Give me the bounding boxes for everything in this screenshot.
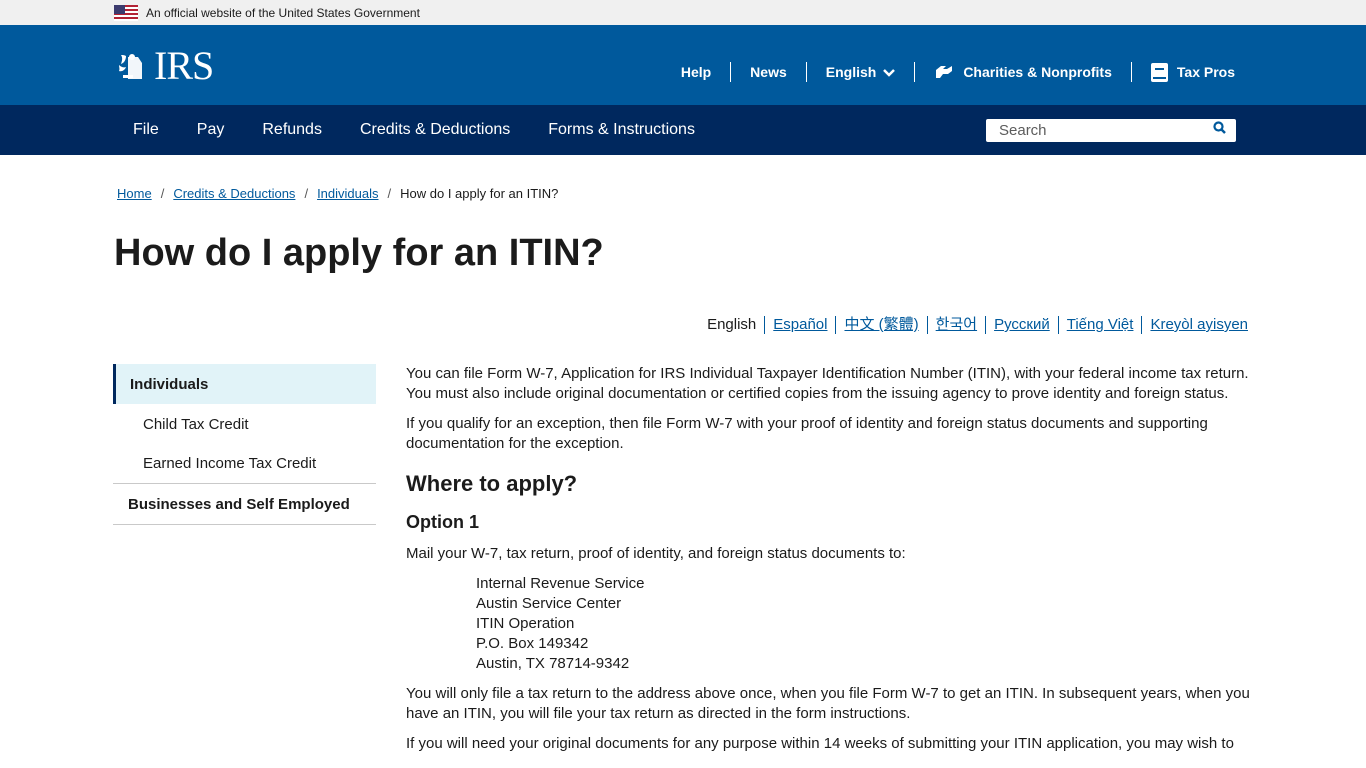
mailing-address: Internal Revenue Service Austin Service … [406,574,1256,674]
nav-refunds[interactable]: Refunds [243,105,341,155]
language-link-haitian-creole[interactable]: Kreyòl ayisyen [1142,316,1248,334]
irs-logo[interactable]: IRS [114,42,214,89]
page-title: How do I apply for an ITIN? [114,232,604,274]
sidebar-item-earned-income-tax-credit[interactable]: Earned Income Tax Credit [113,444,376,484]
sidebar-item-businesses[interactable]: Businesses and Self Employed [113,484,376,525]
main-nav: File Pay Refunds Credits & Deductions Fo… [0,105,1366,155]
option-1-heading: Option 1 [406,512,479,532]
mail-instructions: Mail your W-7, tax return, proof of iden… [406,545,906,562]
main-content: You can file Form W-7, Application for I… [406,364,1256,764]
help-label: Help [680,64,712,80]
gov-banner-text: An official website of the United States… [146,5,420,20]
language-link-spanish[interactable]: Español [765,316,837,334]
intro-paragraph: You can file Form W-7, Application for I… [406,365,1249,402]
exception-paragraph: If you qualify for an exception, then fi… [406,415,1208,452]
us-flag-icon [114,4,138,21]
breadcrumb-credits-deductions[interactable]: Credits & Deductions [173,186,295,201]
breadcrumb-current: How do I apply for an ITIN? [400,186,559,201]
language-label: English [825,64,877,80]
tax-pros-label: Tax Pros [1176,64,1235,80]
breadcrumb-separator: / [304,186,309,201]
language-current: English [699,316,766,334]
subsequent-years-paragraph: You will only file a tax return to the a… [406,685,1250,722]
language-link-chinese[interactable]: 中文 (繁體) [836,316,928,334]
utility-nav: Help News English Charities & Nonprofits… [662,62,1235,82]
tax-pros-link[interactable]: Tax Pros [1132,62,1235,82]
address-line: Internal Revenue Service [476,575,645,592]
help-link[interactable]: Help [662,62,732,82]
nav-file[interactable]: File [114,105,178,155]
charities-link[interactable]: Charities & Nonprofits [915,62,1132,82]
handshake-icon [934,64,954,80]
language-link-korean[interactable]: 한국어 [928,316,987,334]
address-line: P.O. Box 149342 [476,635,589,652]
address-line: Austin, TX 78714-9342 [476,655,630,672]
irs-eagle-icon [114,47,152,83]
sidebar-item-child-tax-credit[interactable]: Child Tax Credit [113,404,376,444]
logo-text: IRS [154,42,214,88]
charities-label: Charities & Nonprofits [963,64,1112,80]
search-box [986,118,1236,142]
address-line: Austin Service Center [476,595,622,612]
where-to-apply-heading: Where to apply? [406,471,578,496]
breadcrumb-separator: / [387,186,392,201]
book-icon [1150,62,1168,82]
sidebar-nav: Individuals Child Tax Credit Earned Inco… [113,364,376,525]
language-switcher: English Español 中文 (繁體) 한국어 Русский Tiến… [699,316,1248,334]
nav-credits-deductions[interactable]: Credits & Deductions [341,105,529,155]
news-link[interactable]: News [731,62,807,82]
nav-pay[interactable]: Pay [178,105,244,155]
chevron-down-icon [883,68,896,77]
site-header: IRS Help News English Charities & Nonpro… [0,25,1366,105]
address-line: ITIN Operation [476,615,575,632]
search-icon[interactable] [1213,121,1226,139]
language-dropdown[interactable]: English [807,62,916,82]
breadcrumb-separator: / [160,186,165,201]
nav-forms-instructions[interactable]: Forms & Instructions [529,105,714,155]
language-link-vietnamese[interactable]: Tiếng Việt [1059,316,1143,334]
language-link-russian[interactable]: Русский [986,316,1059,334]
breadcrumb: Home / Credits & Deductions / Individual… [117,186,558,201]
breadcrumb-individuals[interactable]: Individuals [317,186,378,201]
breadcrumb-home[interactable]: Home [117,186,152,201]
search-input[interactable] [999,121,1199,139]
news-label: News [750,64,787,80]
original-documents-paragraph: If you will need your original documents… [406,735,1234,752]
gov-banner: An official website of the United States… [0,0,1366,25]
sidebar-item-individuals[interactable]: Individuals [113,364,376,404]
